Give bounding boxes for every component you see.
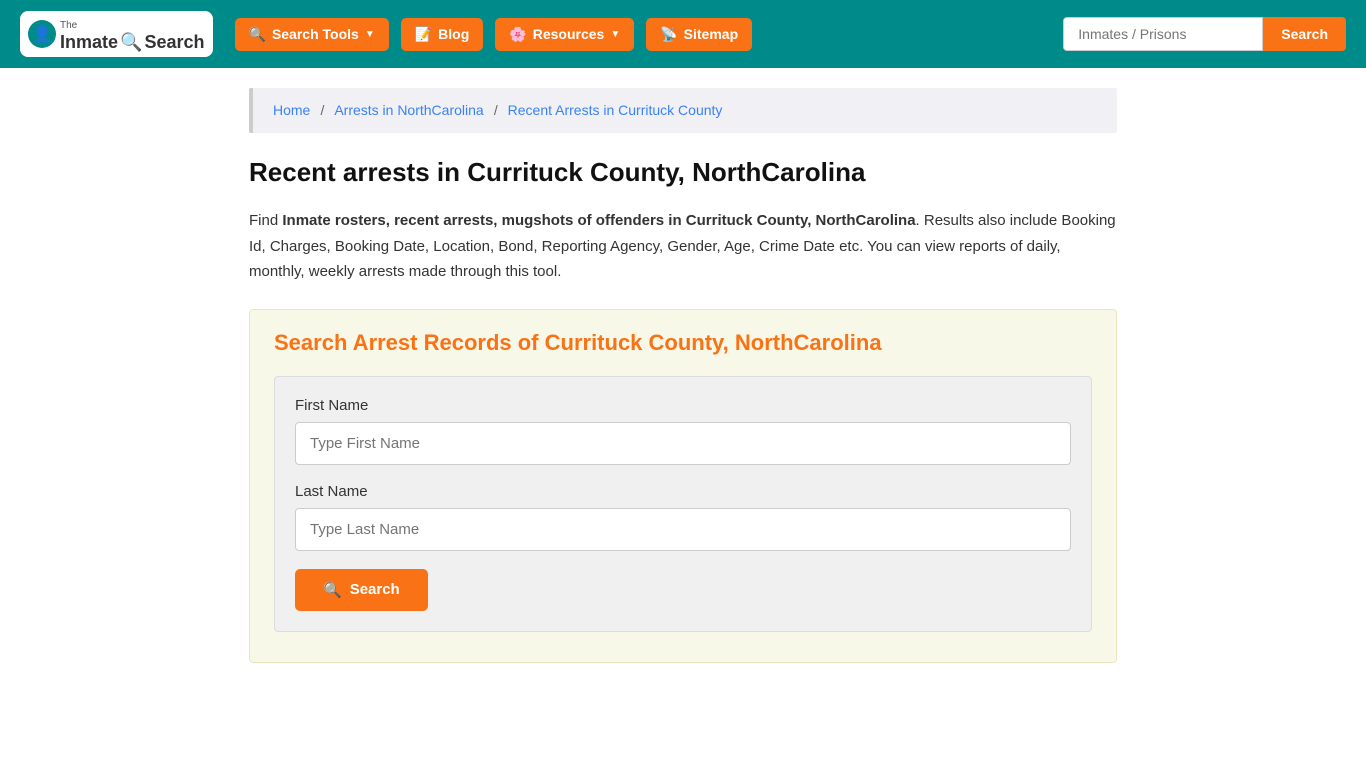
search-tools-label: Search Tools <box>272 26 359 42</box>
description: Find Inmate rosters, recent arrests, mug… <box>249 208 1117 285</box>
sitemap-icon: 📡 <box>660 26 677 43</box>
logo-inmate: Inmate <box>60 32 118 53</box>
page-title: Recent arrests in Currituck County, Nort… <box>249 157 1117 188</box>
first-name-group: First Name <box>295 397 1071 465</box>
person-icon: 👤 <box>28 20 56 48</box>
sitemap-label: Sitemap <box>684 26 738 42</box>
first-name-input[interactable] <box>295 422 1071 465</box>
blog-icon: 📝 <box>415 26 432 43</box>
header-search-label: Search <box>1281 26 1328 42</box>
search-form-section: Search Arrest Records of Currituck Count… <box>249 309 1117 663</box>
resources-button[interactable]: 🌸 Resources ▼ <box>495 18 634 51</box>
resources-icon: 🌸 <box>509 26 526 43</box>
first-name-label: First Name <box>295 397 1071 414</box>
breadcrumb-sep-2: / <box>494 102 502 118</box>
breadcrumb-currituck[interactable]: Recent Arrests in Currituck County <box>508 102 723 118</box>
search-tools-icon: 🔍 <box>249 26 266 43</box>
last-name-group: Last Name <box>295 483 1071 551</box>
search-submit-icon: 🔍 <box>323 581 342 599</box>
form-container: First Name Last Name 🔍 Search <box>274 376 1092 632</box>
logo-search: Search <box>144 32 204 53</box>
header-search-area: Search <box>1063 17 1346 51</box>
header-search-button[interactable]: Search <box>1263 17 1346 51</box>
search-form-title: Search Arrest Records of Currituck Count… <box>274 330 1092 356</box>
logo[interactable]: 👤 The Inmate 🔍 Search <box>20 11 213 57</box>
blog-button[interactable]: 📝 Blog <box>401 18 484 51</box>
last-name-label: Last Name <box>295 483 1071 500</box>
last-name-input[interactable] <box>295 508 1071 551</box>
search-tools-button[interactable]: 🔍 Search Tools ▼ <box>235 18 389 51</box>
site-header: 👤 The Inmate 🔍 Search 🔍 Search Tools ▼ 📝… <box>0 0 1366 68</box>
breadcrumb-home[interactable]: Home <box>273 102 310 118</box>
description-bold: Inmate rosters, recent arrests, mugshots… <box>282 212 915 229</box>
chevron-down-icon-2: ▼ <box>610 29 620 40</box>
header-search-input[interactable] <box>1063 17 1263 51</box>
breadcrumb-sep-1: / <box>321 102 329 118</box>
main-content: Home / Arrests in NorthCarolina / Recent… <box>233 68 1133 683</box>
search-submit-button[interactable]: 🔍 Search <box>295 569 428 611</box>
search-submit-label: Search <box>350 581 400 598</box>
sitemap-button[interactable]: 📡 Sitemap <box>646 18 752 51</box>
blog-label: Blog <box>438 26 469 42</box>
breadcrumb-nc-arrests[interactable]: Arrests in NorthCarolina <box>334 102 483 118</box>
chevron-down-icon: ▼ <box>365 29 375 40</box>
search-magnify-icon: 🔍 <box>120 32 142 53</box>
breadcrumb: Home / Arrests in NorthCarolina / Recent… <box>249 88 1117 133</box>
logo-the: The <box>60 20 77 31</box>
resources-label: Resources <box>533 26 605 42</box>
